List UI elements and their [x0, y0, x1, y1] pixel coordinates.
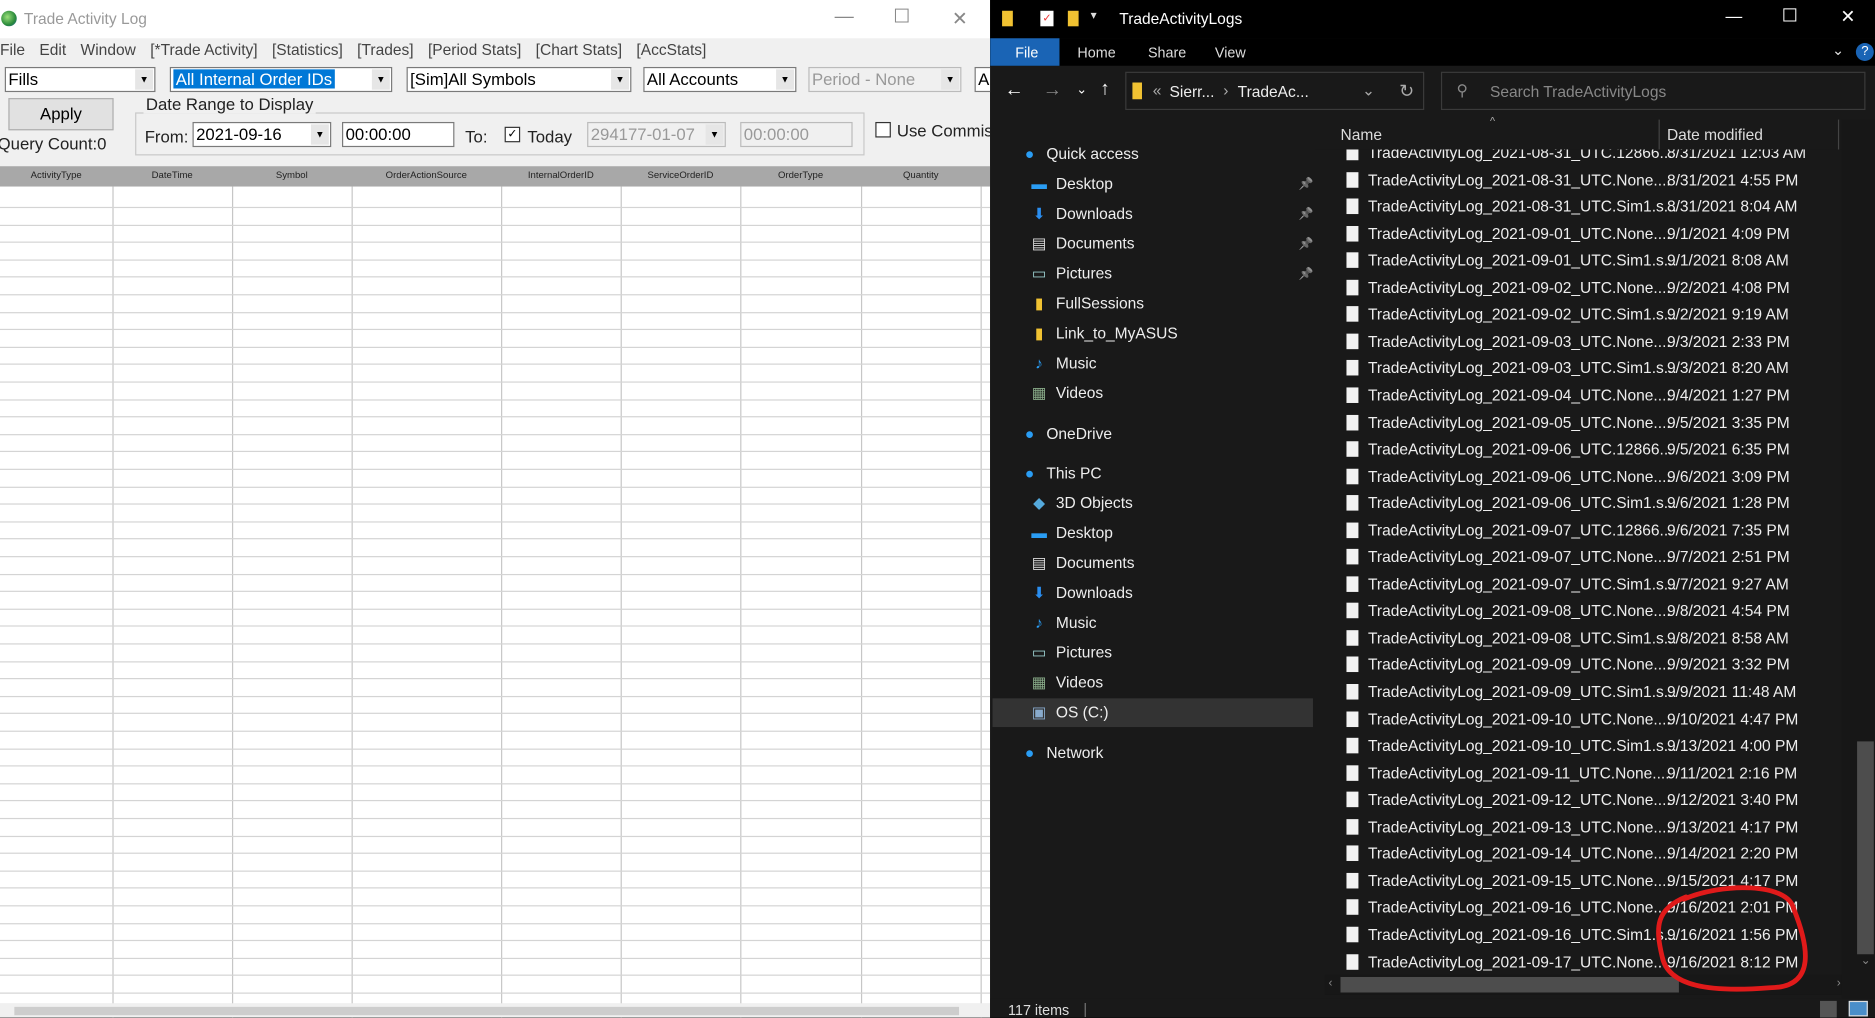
red-annotation-circle [1656, 885, 1808, 992]
annotation-stroke [1656, 885, 1808, 992]
